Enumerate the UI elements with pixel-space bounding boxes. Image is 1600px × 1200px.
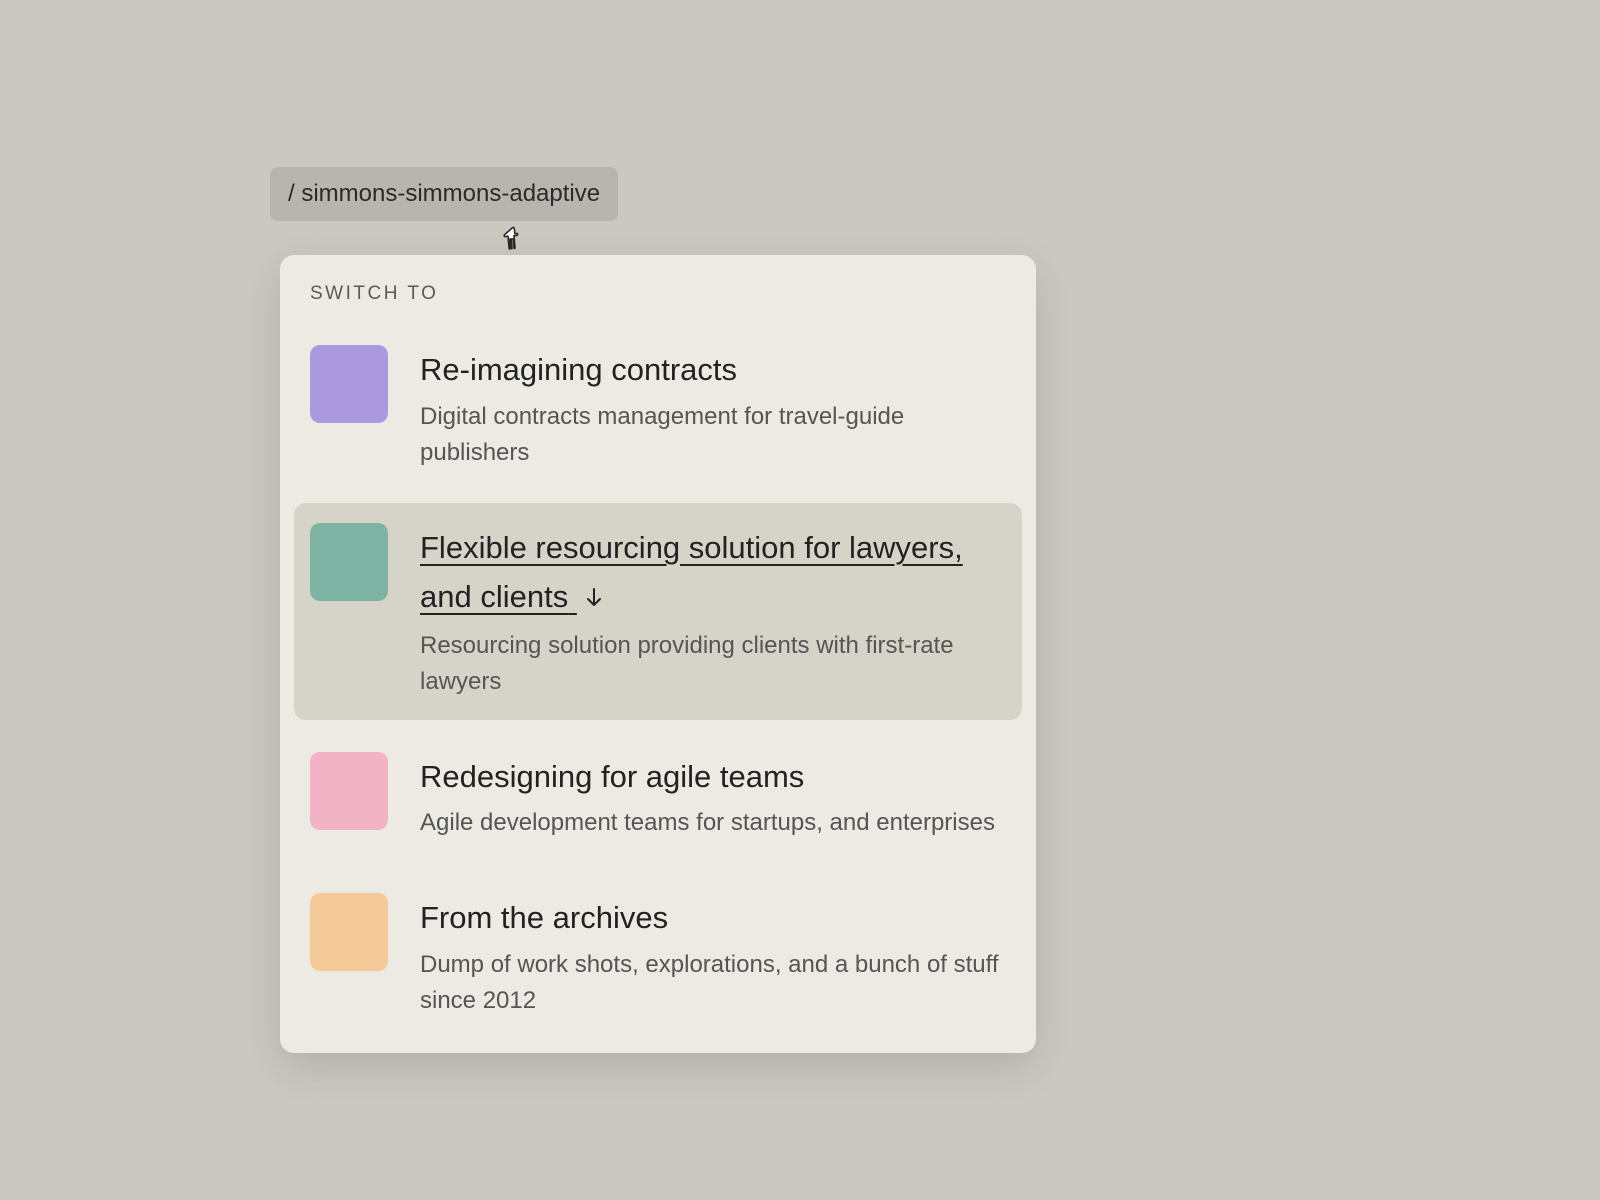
item-title-text: Flexible resourcing solution for lawyers… [420,530,963,615]
item-subtitle: Agile development teams for startups, an… [420,805,1006,841]
pointer-cursor-icon [499,222,523,250]
switch-to-dropdown: SWITCH TO Re-imagining contracts Digital… [280,255,1036,1053]
switch-item-agile[interactable]: Redesigning for agile teams Agile develo… [294,732,1022,862]
item-text-block: Redesigning for agile teams Agile develo… [420,752,1006,842]
arrow-down-icon [585,574,603,624]
item-subtitle: Dump of work shots, explorations, and a … [420,947,1006,1019]
switch-item-archives[interactable]: From the archives Dump of work shots, ex… [294,873,1022,1039]
switch-item-contracts[interactable]: Re-imagining contracts Digital contracts… [294,325,1022,491]
swatch-icon [310,893,388,971]
item-text-block: Flexible resourcing solution for lawyers… [420,523,1006,700]
switch-item-resourcing[interactable]: Flexible resourcing solution for lawyers… [294,503,1022,720]
item-title: From the archives [420,893,1006,943]
breadcrumb-path[interactable]: / simmons-simmons-adaptive [270,167,618,221]
swatch-icon [310,752,388,830]
section-heading: SWITCH TO [294,283,1022,325]
switch-items-list: Re-imagining contracts Digital contracts… [294,325,1022,1039]
item-title: Re-imagining contracts [420,345,1006,395]
item-title: Redesigning for agile teams [420,752,1006,802]
item-title: Flexible resourcing solution for lawyers… [420,523,1006,624]
swatch-icon [310,523,388,601]
swatch-icon [310,345,388,423]
item-subtitle: Resourcing solution providing clients wi… [420,628,1006,700]
item-text-block: From the archives Dump of work shots, ex… [420,893,1006,1019]
item-subtitle: Digital contracts management for travel-… [420,399,1006,471]
item-text-block: Re-imagining contracts Digital contracts… [420,345,1006,471]
